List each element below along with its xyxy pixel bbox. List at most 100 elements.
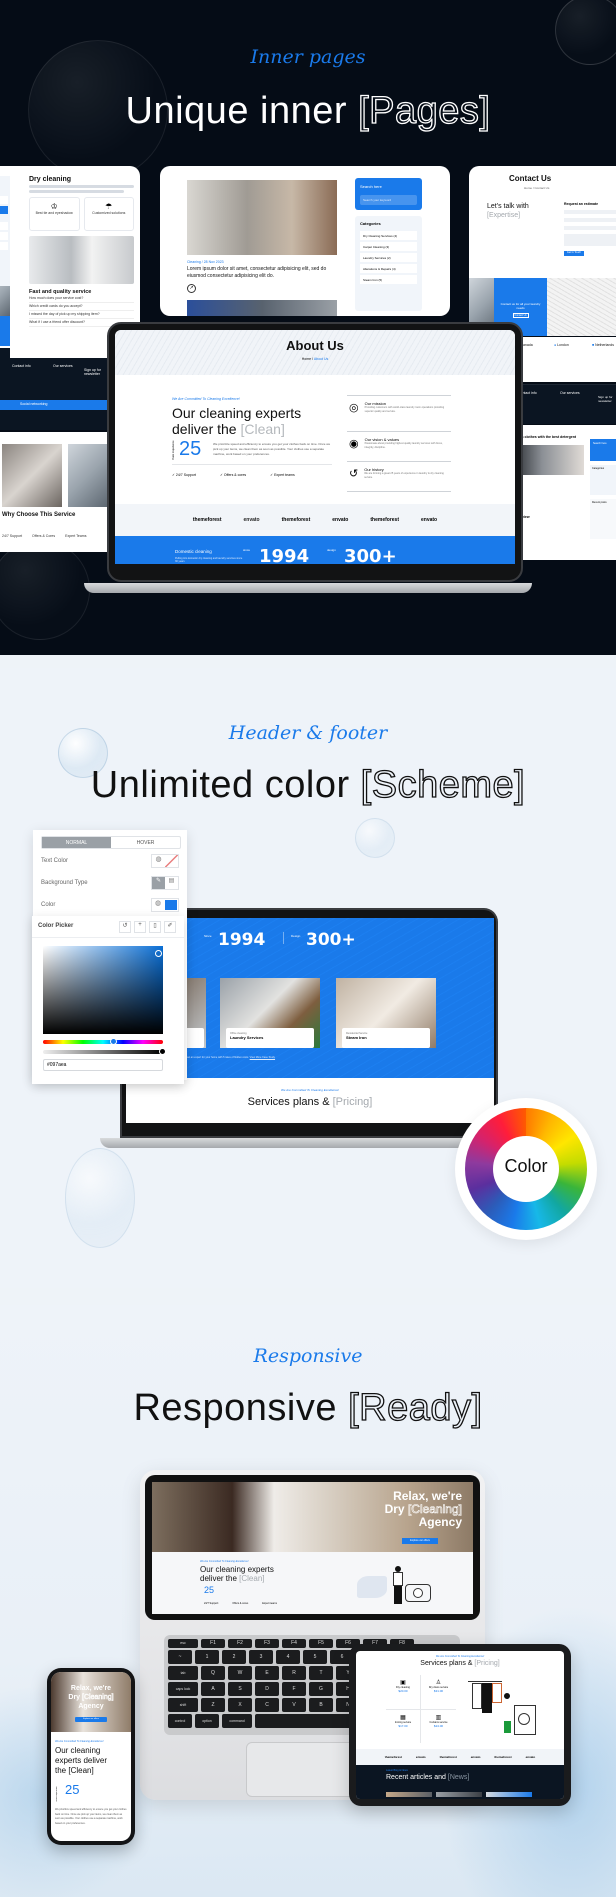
hex-input[interactable] (43, 1059, 163, 1071)
keyboard-key[interactable]: V (282, 1698, 306, 1712)
keyboard-key[interactable]: Z (201, 1698, 225, 1712)
categories-widget: Categories Dry Cleaning Services (4) Car… (355, 216, 422, 311)
global-icon[interactable]: ◍ (152, 899, 164, 911)
keyboard-key[interactable]: 2 (222, 1650, 246, 1664)
laptop-screen: About Us Home / About Us We Are Committe… (115, 330, 515, 564)
faq-item[interactable]: Which credit cards do you accept? (29, 303, 134, 311)
phone-mockup: Relax, we're Dry [Cleaning] Agency Explo… (47, 1668, 135, 1845)
ironing-image (2, 444, 62, 507)
color-control[interactable]: ◍ (151, 898, 179, 912)
eyedropper-icon[interactable]: ✐ (164, 921, 176, 933)
keyboard-key[interactable]: control (168, 1714, 192, 1728)
keyboard-key[interactable]: Q (201, 1666, 225, 1680)
keyboard-key[interactable]: X (228, 1698, 252, 1712)
category-item[interactable]: Steam Iron (5) (360, 275, 417, 284)
breadcrumb-home[interactable]: Home (302, 357, 311, 361)
category-item[interactable]: Alterations & Repairs (4) (360, 264, 417, 273)
keyboard-key[interactable]: 5 (303, 1650, 327, 1664)
map[interactable] (547, 278, 616, 336)
keyboard-key[interactable]: command (222, 1714, 252, 1728)
years-stat: 25 (65, 1782, 80, 1797)
reset-icon[interactable]: ↺ (119, 921, 131, 933)
category-item[interactable]: Dry Cleaning Services (4) (360, 231, 417, 240)
keyboard-key[interactable]: 4 (276, 1650, 300, 1664)
contact-button[interactable]: Contact Us (512, 313, 529, 318)
keyboard-key[interactable]: A (201, 1682, 225, 1696)
post-title[interactable]: Lorem ipsum dolor sit amet, consectetur … (187, 266, 337, 280)
keyboard-key[interactable]: F (282, 1682, 306, 1696)
saturation-area[interactable] (43, 946, 163, 1034)
arrow-icon[interactable]: ↗ (187, 284, 196, 293)
keyboard-key[interactable]: S (228, 1682, 252, 1696)
keyboard-key[interactable]: B (309, 1698, 333, 1712)
gradient-icon[interactable]: ▤ (165, 877, 178, 889)
keyboard-key[interactable]: tab (168, 1666, 198, 1680)
about-heading: Our cleaning experts deliver the [Clean] (172, 405, 302, 437)
keyboard-key[interactable]: caps lock (168, 1682, 198, 1696)
tab-hover[interactable]: HOVER (111, 837, 180, 848)
explore-button[interactable]: Explore our offers (75, 1717, 107, 1722)
style-panel: NORMAL HOVER Text Color ◍ Background Typ… (32, 830, 187, 1084)
global-icon[interactable]: ◍ (152, 855, 165, 867)
keyboard-key[interactable]: R (282, 1666, 306, 1680)
message-field[interactable] (564, 234, 616, 246)
form-field[interactable] (564, 210, 616, 214)
tab-normal[interactable]: NORMAL (42, 837, 111, 848)
laptop-mockup: About Us Home / About Us We Are Committe… (107, 322, 523, 582)
keyboard-key[interactable]: 1 (195, 1650, 219, 1664)
category-item[interactable]: Laundry Services (2) (360, 253, 417, 262)
alpha-handle[interactable] (159, 1048, 166, 1055)
color-swatch[interactable] (165, 900, 177, 910)
keyboard-key[interactable]: E (255, 1666, 279, 1680)
plan-card[interactable]: ▣ Dry cleaning $20.00 (386, 1675, 421, 1710)
form-field[interactable] (564, 218, 616, 222)
keyboard-key[interactable]: G (309, 1682, 333, 1696)
keyboard-key[interactable]: D (255, 1682, 279, 1696)
bubble-decoration (65, 1148, 135, 1248)
hue-slider[interactable] (43, 1038, 163, 1045)
keyboard-key[interactable]: 3 (249, 1650, 273, 1664)
submit-button[interactable]: Get In Touch (564, 251, 584, 256)
keyboard-key[interactable]: F3 (255, 1639, 279, 1648)
service-card[interactable]: Residential Service Steam Iron (336, 978, 436, 1048)
form-field[interactable] (564, 226, 616, 230)
hue-handle[interactable] (109, 1038, 117, 1045)
keyboard-key[interactable]: W (228, 1666, 252, 1680)
plan-card[interactable]: ▦ Ironing service $17.00 (386, 1709, 421, 1743)
keyboard-key[interactable]: F1 (201, 1639, 225, 1648)
case-study-link[interactable]: View More Case Study (250, 1056, 275, 1059)
laptop-base (84, 583, 532, 593)
check-item: Expert Teams (65, 534, 87, 538)
search-input[interactable]: Search your keyword (360, 195, 417, 205)
keyboard-key[interactable]: ~ (168, 1650, 192, 1664)
bg-type-label: Background Type (41, 880, 88, 886)
plus-icon[interactable]: + (134, 921, 146, 933)
alpha-slider[interactable] (43, 1048, 166, 1055)
plan-card[interactable]: ▥ Curtains service $24.00 (421, 1710, 456, 1744)
keyboard-key[interactable]: F2 (228, 1639, 252, 1648)
faq-item[interactable]: I missed the day of pick up my shipping … (29, 311, 134, 319)
brand-strip: themeforest envato themeforest envato th… (115, 504, 515, 536)
keyboard-key[interactable]: option (195, 1714, 219, 1728)
section-title: Unlimited color [Scheme] (0, 763, 616, 807)
plan-card[interactable]: ♙ Dry dress service $31.00 (421, 1675, 456, 1710)
brush-icon[interactable]: ✎ (152, 877, 165, 889)
keyboard-key[interactable]: F4 (282, 1639, 306, 1648)
blog-page-preview: Cleaning / 28 Nov 2023 Lorem ipsum dolor… (160, 166, 450, 316)
keyboard-key[interactable]: esc (168, 1639, 198, 1648)
color-swatch-empty[interactable] (165, 855, 178, 867)
keyboard-key[interactable]: F5 (309, 1639, 333, 1648)
social-bar: Social networking (0, 400, 108, 410)
saturation-handle[interactable] (155, 950, 162, 957)
keyboard-key[interactable]: T (309, 1666, 333, 1680)
faq-item[interactable]: How much does your service cost? (29, 295, 134, 303)
keyboard-key[interactable]: shift (168, 1698, 198, 1712)
explore-button[interactable]: Explore our offers (402, 1538, 438, 1544)
trash-icon[interactable]: ▯ (149, 921, 161, 933)
title-main: Responsive (133, 1387, 338, 1429)
text-color-control[interactable]: ◍ (151, 854, 179, 868)
service-card[interactable]: Office cleaning Laundry Services (220, 978, 320, 1048)
keyboard-key[interactable]: C (255, 1698, 279, 1712)
category-item[interactable]: Carpet Cleaning (3) (360, 242, 417, 251)
section-title: Unique inner [Pages] (0, 89, 616, 133)
